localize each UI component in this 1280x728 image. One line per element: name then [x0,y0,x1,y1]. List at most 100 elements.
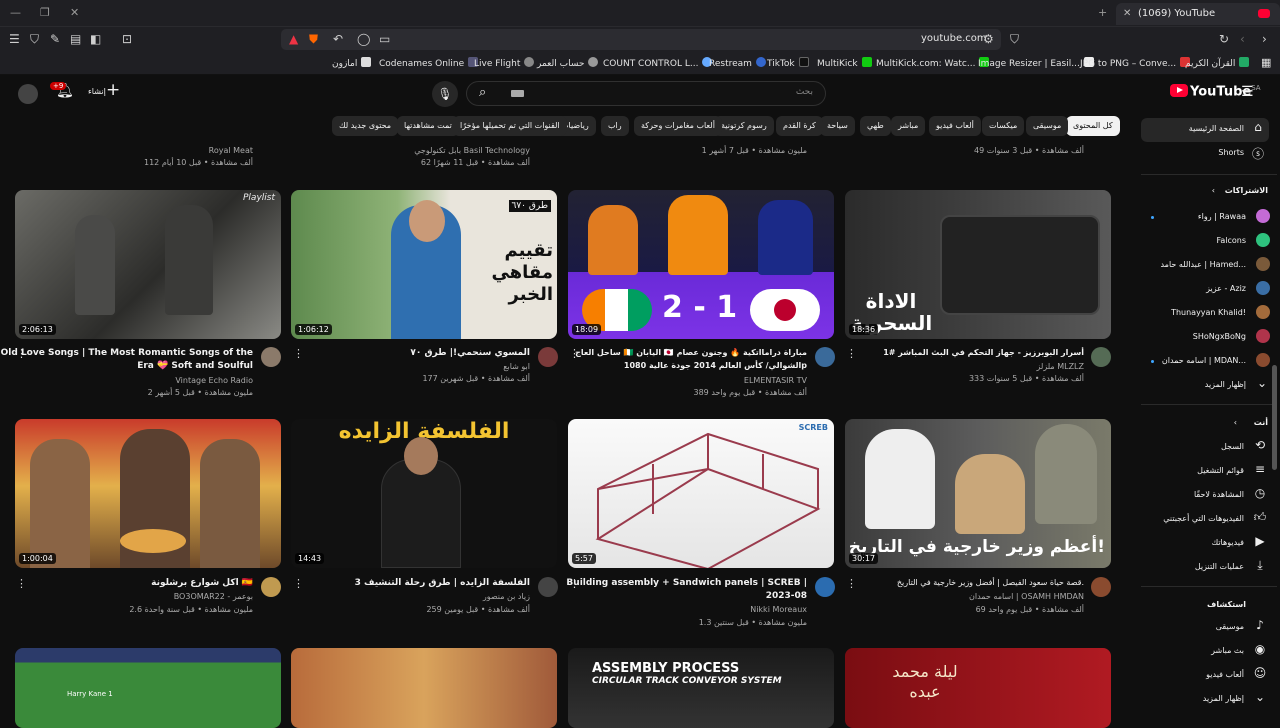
video-title[interactable]: Building assembly + Sandwich panels | SC… [566,578,807,588]
video-thumbnail[interactable] [291,648,557,728]
more-options-icon[interactable]: ⋮ [293,347,304,360]
sidebar-item-downloads[interactable]: عمليات التنزيل [1195,562,1244,571]
bookmark-item[interactable]: TikTok [767,57,809,69]
video-channel[interactable]: ملزلز MLZLZ [1036,362,1084,371]
chip[interactable]: راب [601,116,629,136]
video-title[interactable]: قصة حياة سعود الفيصل | أفضل وزير خارجية … [897,578,1084,587]
shield-icon[interactable]: ⛉ [30,32,39,47]
brave-shield-icon[interactable]: ⛊ [309,32,318,47]
close-window-icon[interactable]: ✕ [70,6,79,19]
video-thumbnail[interactable]: تقييم مقاهي الخبر طرق ٦٧٠ 1:06:12 [291,190,557,339]
chip[interactable]: موسيقى [1026,116,1069,136]
video-channel[interactable]: Nikki Moreaux [750,605,807,614]
sidebar-item-liked[interactable]: الفيديوهات التي أعجبتني [1163,514,1244,523]
video-thumbnail[interactable]: ليلة محمد عبده [845,648,1111,728]
chip[interactable]: محتوى جديد لك [332,116,399,136]
video-channel[interactable]: ابو شابع [503,362,530,371]
apps-grid-icon[interactable]: ▦ [1261,56,1271,69]
sidebar-item-subscription[interactable]: عزيز - Aziz [1206,284,1246,293]
bookmark-item[interactable]: JPG to PNG – Conve... [1080,57,1191,69]
cast-icon[interactable]: ▭ [379,32,390,46]
screenshot-icon[interactable]: ⊡ [122,32,132,46]
sidebar-item-playlists[interactable]: قوائم التشغيل [1197,466,1244,475]
close-tab-icon[interactable]: ✕ [1123,3,1131,25]
sidebar-item-subscription[interactable]: Falcons [1216,236,1246,245]
address-bar[interactable]: ▲ ⛊ ↶ ◯ ▭ youtube.com ⚙ [281,29,1001,50]
channel-avatar[interactable] [815,347,835,367]
video-channel[interactable]: زياد بن منصور [483,592,530,601]
bookmark-item[interactable]: Restream [709,57,766,69]
chip[interactable]: رسوم كرتونية [714,116,774,136]
bookmark-item[interactable]: COUNT CONTROL L... [603,57,713,69]
chip[interactable]: مباشر [891,116,926,136]
more-options-icon[interactable]: ⋮ [846,577,857,590]
sidebar-item-live[interactable]: بث مباشر [1211,646,1244,655]
sidebar-item-subscription[interactable]: SHoNgxBoNg [1193,332,1246,341]
video-thumbnail[interactable]: ASSEMBLY PROCESS CIRCULAR TRACK CONVEYOR… [568,648,834,728]
chip[interactable]: كل المحتوى [1066,116,1120,136]
bookmark-item[interactable]: Codenames Online [379,57,479,69]
tabs-icon[interactable]: ▤ [70,32,81,46]
scrollbar-thumb[interactable] [1272,365,1277,470]
bookmark-item[interactable]: Image Resizer | Easil... [978,57,1094,69]
you-header[interactable]: أنت [1254,418,1268,427]
sidebar-item-history[interactable]: السجل [1221,442,1244,451]
forward-icon[interactable]: ‹ [1240,32,1245,46]
channel-avatar[interactable] [1091,577,1111,597]
create-plus-icon[interactable]: + [106,80,120,100]
restore-icon[interactable]: ❐ [40,6,50,19]
video-channel[interactable]: BO3OMAR22 - بوعمر [174,592,253,601]
browser-tab[interactable]: ✕ (1069) YouTube [1116,3,1280,25]
video-title[interactable]: الشوالي/ كأس العالم 2014 جودة عالية 1080… [624,361,807,370]
video-title[interactable]: أسرار البوبرزيز - جهاز التحكم في البث ال… [883,348,1084,357]
chip[interactable]: ألعاب فيديو [929,116,981,136]
sidebar-item-watch-later[interactable]: المشاهدة لاحقًا [1194,490,1244,499]
sidebar-icon[interactable]: ◧ [90,32,101,46]
chip[interactable]: سياحة [820,116,855,136]
video-thumbnail[interactable]: Playlist 2:06:13 [15,190,281,339]
search-icon[interactable]: ⌕ [479,85,486,100]
bookmark-item[interactable]: القرآن الكريم [1185,57,1250,69]
back-icon[interactable]: › [1262,32,1267,46]
subscriptions-header[interactable]: الاشتراكات [1225,186,1268,195]
channel-avatar[interactable] [538,577,558,597]
video-thumbnail[interactable]: الفلسفة الزايده 14:43 [291,419,557,568]
sidebar-item-music[interactable]: موسيقى [1216,622,1244,631]
reload-icon[interactable]: ↻ [1219,32,1229,46]
vpn-icon[interactable]: ▲ [289,32,298,46]
video-title[interactable]: Old Love Songs | The Most Romantic Songs… [1,348,253,358]
video-thumbnail[interactable]: 2 - 1 18:09 [568,190,834,339]
sidebar-item-shorts[interactable]: Shorts [1218,148,1244,157]
bookmark-item[interactable]: Live Flight [474,57,535,69]
voice-search-icon[interactable]: 🎙︎ [432,81,458,107]
bookmark-item[interactable]: MultiKick.com: Watc... [876,57,990,69]
video-channel[interactable]: Royal Meat [209,146,253,155]
sidebar-item-your-videos[interactable]: فيديوهاتك [1212,538,1244,547]
bookmark-item[interactable]: MultiKick [817,57,872,69]
bookmark-item[interactable]: امازون [332,57,372,69]
video-thumbnail[interactable]: SCREB 5:57 [568,419,834,568]
account-avatar[interactable] [18,84,38,104]
sidebar-show-more[interactable]: إظهار المزيد [1205,380,1246,389]
more-options-icon[interactable]: ⋮ [16,347,27,360]
video-title[interactable]: ساحل العاج 🇨🇮 اليابان 🇯🇵 مباراة درامااتك… [575,348,807,357]
back-arrow-icon[interactable]: ↶ [333,32,343,46]
bookmark-icon[interactable]: ⛉ [1010,32,1019,47]
video-thumbnail[interactable]: أعظم وزير خارجية في التاريخ! 30:17 [845,419,1111,568]
channel-avatar[interactable] [261,347,281,367]
channel-avatar[interactable] [1091,347,1111,367]
video-channel[interactable]: بابل تكنولوجي Basil Technology [414,146,530,155]
video-title[interactable]: الفلسفة الزايده | طرق رحلة التنشيف 3 [355,578,530,588]
keyboard-icon[interactable] [511,90,524,97]
minimize-icon[interactable]: — [10,6,21,19]
video-channel[interactable]: ELMENTASIR TV [744,376,807,385]
video-title[interactable]: 2023-08 [766,591,807,601]
more-options-icon[interactable]: ⋮ [569,347,580,360]
video-thumbnail[interactable]: Harry Kane 1 [15,648,281,728]
video-title[interactable]: المسوي سنحمي!| طرق ٧٠ [410,348,530,358]
channel-avatar[interactable] [261,577,281,597]
hamburger-menu-icon[interactable]: ☰ [1241,84,1254,100]
create-label[interactable]: إنشاء [88,87,106,96]
sidebar-item-subscription[interactable]: Thunayyan Khalid! [1171,308,1246,317]
video-title[interactable]: اكل شوارع برشلونة 🇪🇸 [151,578,253,588]
